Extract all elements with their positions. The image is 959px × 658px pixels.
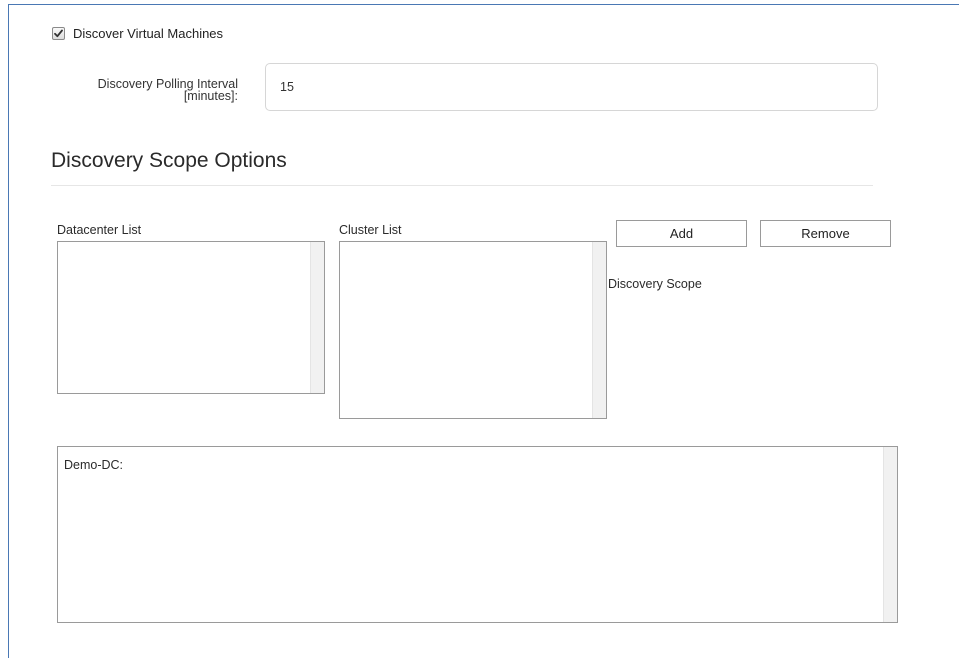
section-divider [51, 185, 873, 186]
discovery-scope-scrollbar[interactable] [883, 447, 897, 622]
cluster-listbox[interactable] [339, 241, 607, 419]
cluster-list-scrollbar[interactable] [592, 242, 606, 418]
discovery-scope-listbox[interactable]: Demo-DC: [57, 446, 898, 623]
add-button[interactable]: Add [616, 220, 747, 247]
polling-interval-label-line2: [minutes]: [183, 89, 238, 103]
remove-button[interactable]: Remove [760, 220, 891, 247]
datacenter-listbox[interactable] [57, 241, 325, 394]
discover-vms-row[interactable]: Discover Virtual Machines [52, 26, 223, 41]
discover-vms-label: Discover Virtual Machines [73, 26, 224, 41]
cluster-list-label: Cluster List [339, 223, 402, 237]
checkmark-icon [54, 29, 63, 38]
discover-vms-checkbox[interactable] [52, 27, 65, 40]
section-title: Discovery Scope Options [51, 149, 287, 172]
discovery-scope-item[interactable]: Demo-DC: [64, 458, 123, 472]
discovery-scope-label: Discovery Scope [608, 277, 702, 291]
datacenter-list-label: Datacenter List [57, 223, 142, 237]
polling-interval-input[interactable] [265, 63, 878, 111]
datacenter-list-scrollbar[interactable] [310, 242, 324, 393]
polling-interval-label: Discovery Polling Interval [minutes]: [60, 78, 238, 103]
